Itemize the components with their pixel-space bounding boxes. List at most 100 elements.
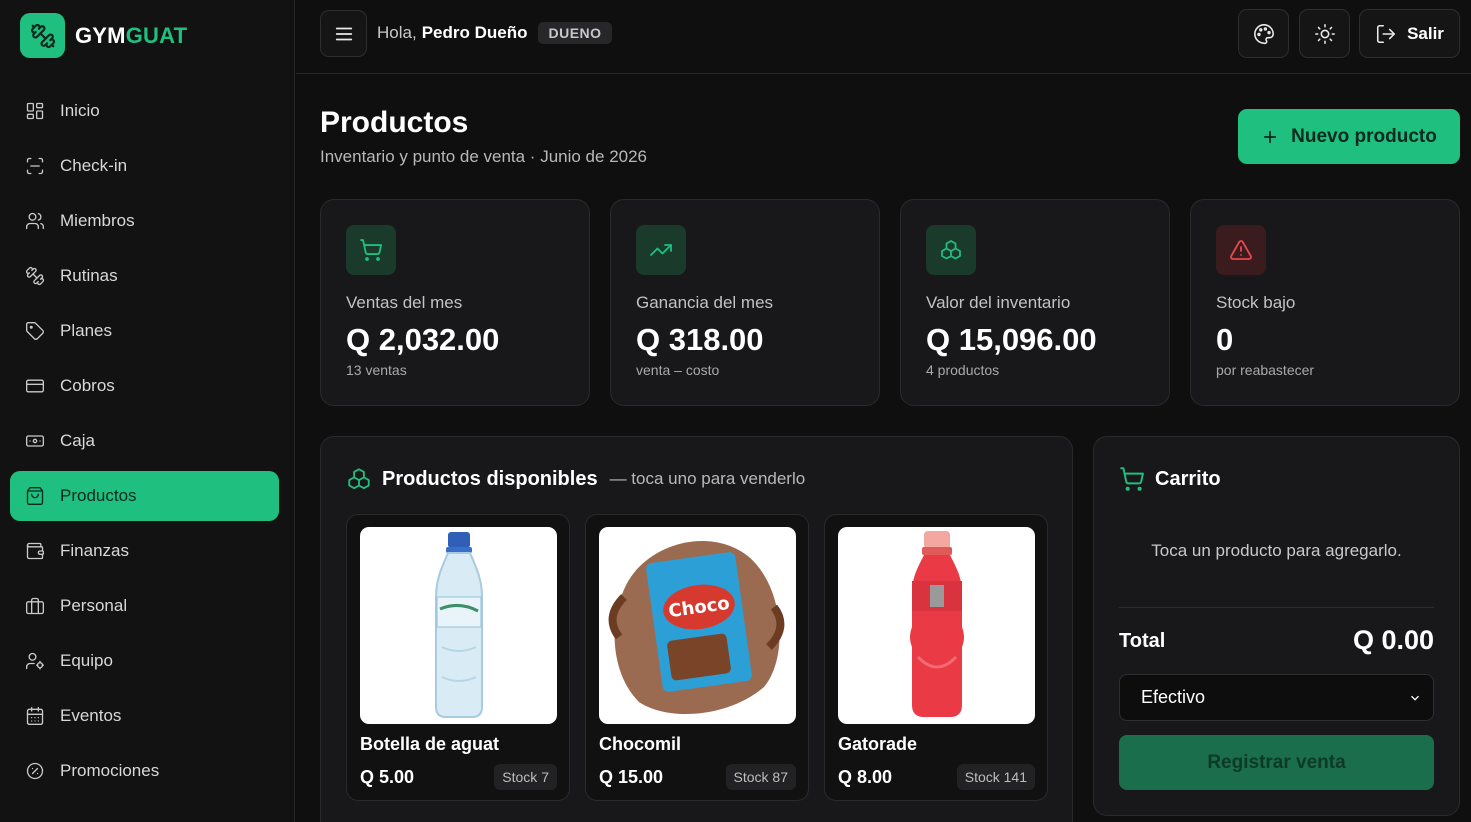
logout-label: Salir (1407, 23, 1444, 43)
stat-sub: venta – costo (636, 362, 720, 378)
sidebar-item-eventos[interactable]: Eventos (10, 691, 279, 741)
product-name: Botella de aguat (360, 734, 500, 754)
sidebar-item-label: Equipo (60, 651, 113, 670)
stat-label: Ganancia del mes (636, 293, 774, 312)
sidebar-item-label: Personal (60, 596, 128, 615)
stat-value: Q 15,096.00 (926, 322, 1097, 357)
logout-icon (1377, 24, 1396, 43)
total-label: Total (1119, 630, 1166, 652)
briefcase-icon (26, 597, 44, 615)
light-mode-button[interactable] (1299, 9, 1350, 58)
register-sale-label: Registrar venta (1207, 751, 1346, 773)
sidebar-item-label: Productos (60, 486, 137, 505)
register-sale-button[interactable]: Registrar venta (1119, 735, 1434, 790)
sidebar-item-miembros[interactable]: Miembros (10, 196, 279, 246)
total-value: Q 0.00 (1352, 625, 1434, 655)
brand[interactable]: GYMGUAT (20, 13, 187, 58)
sidebar-item-cobros[interactable]: Cobros (10, 361, 279, 411)
page-title: Productos (320, 106, 469, 139)
sidebar-item-personal[interactable]: Personal (10, 581, 279, 631)
stat-value: 0 (1216, 322, 1234, 357)
sidebar-nav: Inicio Check-in Miembros Rutinas Planes … (10, 86, 279, 801)
stat-card-sales: Ventas del mes Q 2,032.00 13 ventas (320, 199, 590, 406)
stat-sub: por reabastecer (1216, 362, 1315, 378)
product-stock-badge: Stock 7 (494, 764, 557, 790)
new-product-label: Nuevo producto (1291, 125, 1437, 147)
product-card[interactable]: Choco Chocomil Q 15.00 Stock 87 (585, 514, 809, 801)
sidebar-item-promociones[interactable]: Promociones (10, 746, 279, 796)
sidebar-item-label: Inicio (60, 101, 100, 120)
alert-triangle-icon (1216, 225, 1266, 275)
products-panel-header: Productos disponibles — toca uno para ve… (346, 466, 805, 492)
menu-toggle-button[interactable] (320, 10, 367, 57)
sun-icon (1314, 23, 1335, 44)
grid-icon (26, 102, 44, 120)
boxes-icon (348, 468, 370, 490)
plus-icon (1264, 130, 1277, 143)
sidebar-item-equipo[interactable]: Equipo (10, 636, 279, 686)
stat-label: Ventas del mes (346, 293, 463, 312)
cart-header: Carrito (1119, 466, 1221, 492)
page-subtitle: Inventario y punto de venta · Junio de 2… (320, 147, 648, 166)
cart-icon (1120, 467, 1144, 491)
trending-up-icon (636, 225, 686, 275)
new-product-button[interactable]: Nuevo producto (1238, 109, 1460, 164)
product-card[interactable]: Botella de aguat Q 5.00 Stock 7 (346, 514, 570, 801)
scan-icon (26, 157, 44, 175)
top-header: Hola, Pedro Dueño DUENO Salir (296, 0, 1471, 74)
stat-label: Stock bajo (1216, 293, 1296, 312)
payment-method-select[interactable]: Efectivo (1119, 674, 1434, 721)
divider (1119, 607, 1434, 608)
sidebar-item-label: Rutinas (60, 266, 118, 285)
stat-sub: 4 productos (926, 362, 1000, 378)
product-stock-badge: Stock 141 (956, 764, 1035, 790)
products-panel-title: Productos disponibles (382, 467, 598, 490)
product-image-gatorade (838, 527, 1035, 724)
product-price: Q 8.00 (838, 767, 893, 787)
sidebar-item-label: Eventos (60, 706, 122, 725)
product-card[interactable]: Gatorade Q 8.00 Stock 141 (824, 514, 1048, 801)
product-image-chocomil: Choco (599, 527, 796, 724)
sidebar-item-label: Cobros (60, 376, 115, 395)
sidebar-item-caja[interactable]: Caja (10, 416, 279, 466)
cart-icon (346, 225, 396, 275)
stat-label: Valor del inventario (926, 293, 1071, 312)
badge-percent-icon (26, 762, 44, 780)
shopping-bag-icon (26, 487, 44, 505)
products-panel-hint: — toca uno para venderlo (609, 469, 806, 488)
calendar-icon (26, 707, 44, 725)
boxes-icon (926, 225, 976, 275)
user-name: Pedro Dueño (421, 23, 528, 42)
palette-icon (1253, 23, 1274, 44)
product-stock-badge: Stock 87 (725, 764, 796, 790)
cart-panel: Carrito Toca un producto para agregarlo.… (1093, 436, 1460, 816)
sidebar-item-productos[interactable]: Productos (10, 471, 279, 521)
sidebar-item-label: Miembros (60, 211, 135, 230)
cash-icon (26, 435, 44, 447)
sidebar: GYMGUAT Inicio Check-in Miembros Rutinas… (0, 0, 295, 822)
logout-button[interactable]: Salir (1359, 9, 1460, 58)
chevron-down-icon (1411, 695, 1419, 701)
tag-icon (26, 322, 44, 340)
sidebar-item-rutinas[interactable]: Rutinas (10, 251, 279, 301)
product-name: Chocomil (599, 734, 682, 754)
dumbbell-logo-icon (20, 13, 65, 58)
payment-method-value: Efectivo (1141, 687, 1206, 707)
sidebar-item-inicio[interactable]: Inicio (10, 86, 279, 136)
sidebar-item-finanzas[interactable]: Finanzas (10, 526, 279, 576)
role-badge: DUENO (538, 22, 612, 44)
sidebar-item-label: Promociones (60, 761, 160, 780)
stat-card-low-stock: Stock bajo 0 por reabastecer (1190, 199, 1460, 406)
sidebar-item-check-in[interactable]: Check-in (10, 141, 279, 191)
hamburger-icon (335, 27, 352, 40)
cart-empty-message: Toca un producto para agregarlo. (1151, 541, 1402, 560)
user-cog-icon (26, 652, 44, 670)
products-panel: Productos disponibles — toca uno para ve… (320, 436, 1073, 822)
credit-card-icon (26, 379, 44, 393)
sidebar-item-planes[interactable]: Planes (10, 306, 279, 356)
dumbbell-icon (25, 266, 45, 286)
stat-value: Q 318.00 (636, 322, 764, 357)
theme-palette-button[interactable] (1238, 9, 1289, 58)
sidebar-item-label: Check-in (60, 156, 128, 175)
product-price: Q 5.00 (360, 767, 415, 787)
